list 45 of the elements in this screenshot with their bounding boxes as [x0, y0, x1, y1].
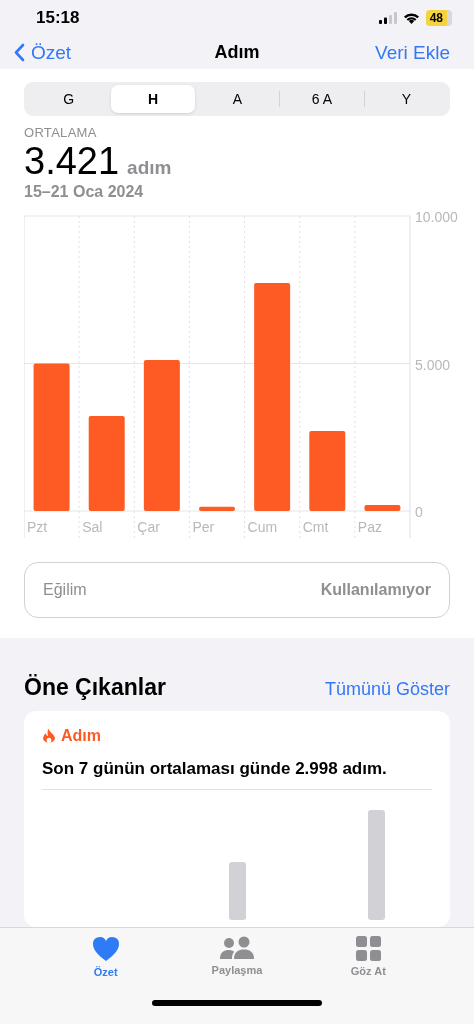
day-label: Per — [192, 519, 215, 535]
day-label: Cmt — [302, 519, 329, 535]
day-label: Pzt — [27, 519, 48, 535]
axis-label: 0 — [415, 504, 423, 520]
range-tab[interactable]: A — [195, 85, 280, 113]
bar — [199, 506, 235, 511]
battery-indicator: 48 — [425, 10, 452, 27]
heart-icon — [91, 936, 120, 962]
signal-icon — [378, 12, 397, 25]
tab-bar-item[interactable]: Özet — [60, 936, 151, 978]
tab-bar-item[interactable]: Göz At — [323, 936, 414, 978]
status-time: 15:18 — [36, 8, 80, 29]
average-value: 3.421 — [24, 140, 120, 183]
bar — [364, 505, 401, 511]
range-tab[interactable]: H — [111, 85, 195, 113]
unit-label: adım — [127, 157, 172, 179]
range-tab[interactable]: G — [27, 85, 111, 113]
category-label: Adım — [61, 727, 101, 745]
trend-row[interactable]: Eğilim Kullanılamıyor — [24, 562, 450, 618]
flame-icon — [42, 727, 56, 745]
highlight-card[interactable]: Adım Son 7 günün ortalaması günde 2.998 adım. — [24, 711, 450, 927]
day-label: Cum — [247, 519, 278, 535]
grid-icon — [355, 936, 381, 961]
back-link[interactable]: Özet — [14, 41, 72, 64]
page-title: Adım — [214, 42, 260, 64]
day-label: Paz — [357, 519, 382, 535]
day-label: Sal — [82, 519, 103, 535]
highlight-text: Son 7 günün ortalaması günde 2.998 adım. — [42, 759, 388, 779]
chevron-left-icon — [14, 43, 25, 63]
range-tab[interactable]: Y — [364, 85, 449, 113]
wifi-icon — [402, 12, 420, 25]
people-icon — [219, 936, 255, 960]
day-label: Çar — [137, 519, 160, 535]
summary-label: ORTALAMA — [24, 125, 98, 140]
bar — [229, 862, 246, 920]
tab-bar-item[interactable]: Paylaşma — [192, 936, 282, 978]
range-tab[interactable]: 6 A — [280, 85, 364, 113]
add-data-link[interactable]: Veri Ekle — [375, 41, 450, 64]
axis-label: 5.000 — [415, 356, 451, 373]
show-all-link[interactable]: Tümünü Göster — [324, 679, 450, 700]
trend-label: Eğilim — [43, 581, 87, 599]
axis-label: 10.000 — [415, 209, 458, 225]
trend-value: Kullanılamıyor — [320, 581, 431, 599]
section-title: Öne Çıkanlar — [24, 674, 166, 701]
date-range: 15–21 Oca 2024 — [24, 183, 145, 201]
